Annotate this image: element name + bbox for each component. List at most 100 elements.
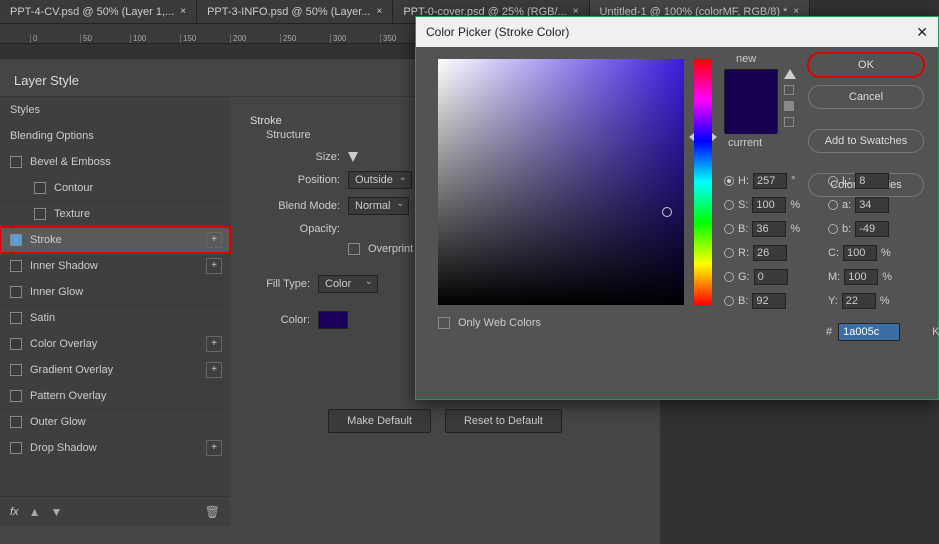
size-slider[interactable] xyxy=(348,152,358,162)
effect-stroke[interactable]: Stroke+ xyxy=(0,227,230,253)
label: Blending Options xyxy=(10,130,94,142)
color-field[interactable] xyxy=(438,59,684,305)
s-radio[interactable] xyxy=(724,200,734,210)
s-input[interactable] xyxy=(752,197,786,213)
color-picker-titlebar[interactable]: Color Picker (Stroke Color) ✕ xyxy=(416,17,938,47)
b-lab-input[interactable] xyxy=(855,221,889,237)
add-icon[interactable]: + xyxy=(206,232,222,248)
ok-button[interactable]: OK xyxy=(808,53,924,77)
effect-inner-shadow[interactable]: Inner Shadow+ xyxy=(0,253,230,279)
add-icon[interactable]: + xyxy=(206,258,222,274)
filltype-select[interactable]: Color xyxy=(318,275,378,293)
b-lab-radio[interactable] xyxy=(828,224,838,234)
color-compare-swatch[interactable] xyxy=(724,69,778,133)
color-picker-title: Color Picker (Stroke Color) xyxy=(426,25,569,39)
websafe-warning-icon[interactable] xyxy=(784,101,794,111)
hue-slider[interactable] xyxy=(694,59,712,305)
l-radio[interactable] xyxy=(828,176,838,186)
add-icon[interactable]: + xyxy=(206,336,222,352)
tab-doc-1[interactable]: PPT-3-INFO.psd @ 50% (Layer... × xyxy=(197,0,393,23)
label: Bevel & Emboss xyxy=(30,156,111,168)
trash-icon[interactable]: 🗑 xyxy=(205,505,220,519)
label: Gradient Overlay xyxy=(30,364,113,376)
g-radio[interactable] xyxy=(724,272,734,282)
websafe-swatch[interactable] xyxy=(784,117,794,127)
checkbox[interactable] xyxy=(10,312,22,324)
label: Contour xyxy=(54,182,93,194)
y-input[interactable] xyxy=(842,293,876,309)
l-input[interactable] xyxy=(855,173,889,189)
position-label: Position: xyxy=(250,174,340,186)
color-picker-dialog: Color Picker (Stroke Color) ✕ new curren… xyxy=(415,16,939,400)
stroke-color-swatch[interactable] xyxy=(318,311,348,329)
label: Inner Glow xyxy=(30,286,83,298)
g-input[interactable] xyxy=(754,269,788,285)
effect-drop-shadow[interactable]: Drop Shadow+ xyxy=(0,435,230,461)
checkbox[interactable] xyxy=(10,364,22,376)
effect-outer-glow[interactable]: Outer Glow xyxy=(0,409,230,435)
checkbox[interactable] xyxy=(34,182,46,194)
effect-inner-glow[interactable]: Inner Glow xyxy=(0,279,230,305)
a-radio[interactable] xyxy=(828,200,838,210)
r-input[interactable] xyxy=(753,245,787,261)
effect-texture[interactable]: Texture xyxy=(0,201,230,227)
close-icon[interactable]: × xyxy=(376,6,382,17)
hue-slider-thumb[interactable] xyxy=(689,133,717,141)
label: Texture xyxy=(54,208,90,220)
overprint-label: Overprint xyxy=(368,243,413,255)
h-radio[interactable] xyxy=(724,176,734,186)
add-swatches-button[interactable]: Add to Swatches xyxy=(808,129,924,153)
hex-label: # xyxy=(826,326,832,338)
b-hsv-radio[interactable] xyxy=(724,224,734,234)
styles-header[interactable]: Styles xyxy=(0,97,230,123)
c-input[interactable] xyxy=(843,245,877,261)
gamut-swatch[interactable] xyxy=(784,85,794,95)
effect-bevel[interactable]: Bevel & Emboss xyxy=(0,149,230,175)
make-default-button[interactable]: Make Default xyxy=(328,409,431,433)
tab-label: PPT-3-INFO.psd @ 50% (Layer... xyxy=(207,6,370,18)
checkbox[interactable] xyxy=(10,260,22,272)
cancel-button[interactable]: Cancel xyxy=(808,85,924,109)
close-icon[interactable]: × xyxy=(180,6,186,17)
effect-contour[interactable]: Contour xyxy=(0,175,230,201)
checkbox[interactable] xyxy=(10,234,22,246)
b-rgb-radio[interactable] xyxy=(724,296,734,306)
h-input[interactable] xyxy=(753,173,787,189)
arrow-up-icon[interactable]: ▲ xyxy=(29,505,41,519)
checkbox[interactable] xyxy=(10,286,22,298)
m-input[interactable] xyxy=(844,269,878,285)
hex-input[interactable] xyxy=(838,323,900,341)
checkbox[interactable] xyxy=(10,390,22,402)
only-web-colors-label: Only Web Colors xyxy=(458,317,541,329)
add-icon[interactable]: + xyxy=(206,362,222,378)
arrow-down-icon[interactable]: ▼ xyxy=(50,505,62,519)
b-rgb-input[interactable] xyxy=(752,293,786,309)
label: Outer Glow xyxy=(30,416,86,428)
close-icon[interactable]: ✕ xyxy=(916,24,928,41)
overprint-checkbox[interactable] xyxy=(348,243,360,255)
gamut-warning-icon[interactable] xyxy=(784,69,796,79)
effect-pattern-overlay[interactable]: Pattern Overlay xyxy=(0,383,230,409)
checkbox[interactable] xyxy=(10,156,22,168)
reset-default-button[interactable]: Reset to Default xyxy=(445,409,562,433)
fx-icon[interactable]: fx xyxy=(10,506,19,518)
label: Styles xyxy=(10,104,40,116)
blendmode-select[interactable]: Normal xyxy=(348,197,409,215)
checkbox[interactable] xyxy=(10,442,22,454)
checkbox[interactable] xyxy=(10,338,22,350)
size-label: Size: xyxy=(250,151,340,163)
checkbox[interactable] xyxy=(10,416,22,428)
color-label: Color: xyxy=(250,314,310,326)
checkbox[interactable] xyxy=(34,208,46,220)
blending-options[interactable]: Blending Options xyxy=(0,123,230,149)
a-input[interactable] xyxy=(855,197,889,213)
b-hsv-input[interactable] xyxy=(752,221,786,237)
add-icon[interactable]: + xyxy=(206,440,222,456)
effect-satin[interactable]: Satin xyxy=(0,305,230,331)
tab-doc-0[interactable]: PPT-4-CV.psd @ 50% (Layer 1,...× xyxy=(0,0,197,23)
r-radio[interactable] xyxy=(724,248,734,258)
effect-gradient-overlay[interactable]: Gradient Overlay + xyxy=(0,357,230,383)
effect-color-overlay[interactable]: Color Overlay+ xyxy=(0,331,230,357)
position-select[interactable]: Outside xyxy=(348,171,412,189)
only-web-colors-checkbox[interactable] xyxy=(438,317,450,329)
